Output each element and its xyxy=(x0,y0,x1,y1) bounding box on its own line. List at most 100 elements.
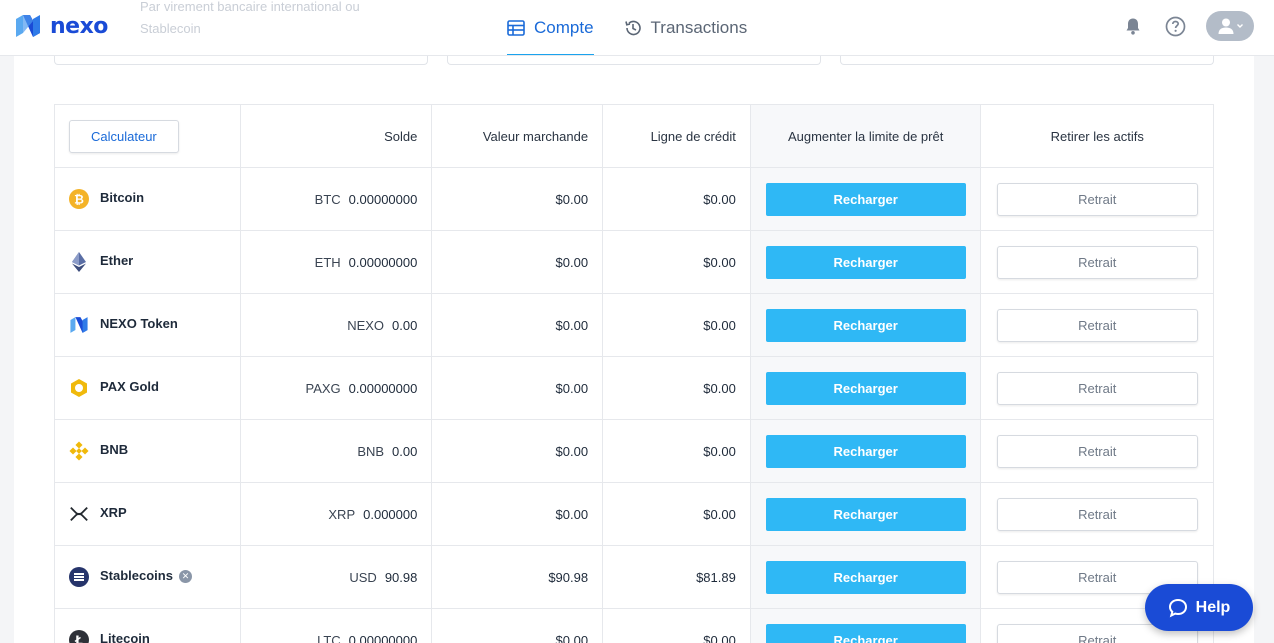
table-row: XRP XRP 0.000000 $0.00 $0.00 Recharger Retrait xyxy=(55,483,1213,546)
asset-name: Bitcoin xyxy=(100,190,145,205)
table-icon xyxy=(507,20,525,36)
bnb-icon xyxy=(69,441,89,461)
market-value-cell: $0.00 xyxy=(432,420,604,482)
recharge-button[interactable]: Recharger xyxy=(765,245,966,279)
header-withdraw-assets: Retirer les actifs xyxy=(1050,128,1144,144)
asset-name: XRP xyxy=(100,505,127,520)
recharge-button[interactable]: Recharger xyxy=(765,182,966,216)
balance-cell: BTC 0.00000000 xyxy=(241,168,433,230)
withdraw-cell: Retrait xyxy=(981,231,1213,293)
tab-compte[interactable]: Compte xyxy=(507,0,594,55)
table-header-row: Calculateur Solde Valeur marchande Ligne… xyxy=(55,105,1213,168)
withdraw-cell: Retrait xyxy=(981,483,1213,545)
asset-name: BNB xyxy=(100,442,129,457)
xrp-icon xyxy=(69,504,89,524)
brand-logo[interactable]: nexo xyxy=(14,12,108,40)
bell-icon[interactable] xyxy=(1122,15,1144,37)
recharge-button[interactable]: Recharger xyxy=(765,308,966,342)
market-value-cell: $0.00 xyxy=(432,168,604,230)
asset-amount: 0.00 xyxy=(392,317,418,333)
balance-cell: XRP 0.000000 xyxy=(241,483,433,545)
withdraw-cell: Retrait xyxy=(981,168,1213,230)
asset-symbol: BNB xyxy=(357,443,385,459)
header-market-value: Valeur marchande xyxy=(432,105,604,167)
history-icon xyxy=(624,20,641,36)
recharge-button[interactable]: Recharger xyxy=(765,371,966,405)
credit-line-cell: $0.00 xyxy=(603,483,751,545)
recharge-button[interactable]: Recharger xyxy=(765,434,966,468)
stablecoins-icon xyxy=(69,567,89,587)
withdraw-cell: Retrait xyxy=(981,357,1213,419)
asset-name: Stablecoins xyxy=(100,568,173,583)
table-row: Ł Litecoin LTC 0.00000000 $0.00 $0.00 Recharge… xyxy=(55,609,1213,643)
help-button[interactable]: Help xyxy=(1145,584,1253,631)
table-row: Ether ETH 0.00000000 $0.00 $0.00 Recharger Ret… xyxy=(55,231,1213,294)
nexo-logo-icon xyxy=(14,12,42,40)
market-value-cell: $0.00 xyxy=(432,609,604,643)
ether-icon xyxy=(69,252,89,272)
header-actions xyxy=(1122,11,1254,41)
asset-amount: 0.00000000 xyxy=(348,632,418,643)
balance-cell: LTC 0.00000000 xyxy=(241,609,433,643)
asset-symbol: NEXO xyxy=(347,317,385,333)
tab-transactions-label: Transactions xyxy=(650,18,748,37)
help-label: Help xyxy=(1195,598,1231,616)
info-icon[interactable]: ✕ xyxy=(178,569,192,583)
background-card-text: Par virement bancaire international ou S… xyxy=(140,0,360,36)
asset-cell: PAX Gold xyxy=(55,357,241,419)
topup-cell: Recharger xyxy=(750,546,982,608)
recharge-button[interactable]: Recharger xyxy=(765,497,966,531)
tab-transactions[interactable]: Transactions xyxy=(624,0,748,55)
topup-cell: Recharger xyxy=(750,231,982,293)
nexo-token-icon xyxy=(69,315,89,335)
withdraw-cell: Retrait xyxy=(981,420,1213,482)
market-value-cell: $0.00 xyxy=(432,483,604,545)
asset-symbol: USD xyxy=(349,569,377,585)
topup-cell: Recharger xyxy=(750,609,982,643)
table-row: PAX Gold PAXG 0.00000000 $0.00 $0.00 Recharge… xyxy=(55,357,1213,420)
withdraw-button[interactable]: Retrait xyxy=(996,182,1198,216)
table-row: BNB BNB 0.00 $0.00 $0.00 Recharger Retrait xyxy=(55,420,1213,483)
withdraw-button[interactable]: Retrait xyxy=(996,434,1198,468)
recharge-button[interactable]: Recharger xyxy=(765,560,966,594)
withdraw-button[interactable]: Retrait xyxy=(996,371,1198,405)
credit-line-cell: $0.00 xyxy=(603,357,751,419)
calculator-button[interactable]: Calculateur xyxy=(69,119,179,153)
market-value-cell: $0.00 xyxy=(432,231,604,293)
asset-cell: BNB xyxy=(55,420,241,482)
asset-cell: NEXO Token xyxy=(55,294,241,356)
topup-cell: Recharger xyxy=(750,294,982,356)
pax-gold-icon xyxy=(69,378,89,398)
credit-line-cell: $0.00 xyxy=(603,420,751,482)
withdraw-cell: Retrait xyxy=(981,294,1213,356)
chat-bubble-icon xyxy=(1168,598,1187,617)
recharge-button[interactable]: Recharger xyxy=(765,623,966,643)
withdraw-button[interactable]: Retrait xyxy=(996,245,1198,279)
user-avatar-icon[interactable] xyxy=(1206,11,1254,41)
topup-cell: Recharger xyxy=(750,168,982,230)
content-panel: Calculateur Solde Valeur marchande Ligne… xyxy=(14,0,1254,643)
svg-text:Ł: Ł xyxy=(74,634,83,643)
withdraw-button[interactable]: Retrait xyxy=(996,497,1198,531)
withdraw-button[interactable]: Retrait xyxy=(996,308,1198,342)
table-body: ₿ Bitcoin BTC 0.00000000 $0.00 $0.00 Recharger… xyxy=(55,168,1213,643)
balance-cell: PAXG 0.00000000 xyxy=(241,357,433,419)
asset-amount: 0.00000000 xyxy=(348,254,418,270)
asset-symbol: LTC xyxy=(317,632,341,643)
header-asset-cell: Calculateur xyxy=(55,105,241,167)
help-circle-icon[interactable] xyxy=(1164,15,1186,37)
credit-line-cell: $0.00 xyxy=(603,294,751,356)
asset-symbol: BTC xyxy=(314,191,341,207)
balance-cell: BNB 0.00 xyxy=(241,420,433,482)
asset-symbol: XRP xyxy=(328,506,356,522)
brand-name: nexo xyxy=(50,13,108,39)
credit-line-cell: $0.00 xyxy=(603,168,751,230)
asset-name: Ether xyxy=(100,253,134,268)
main-nav: Compte Transactions xyxy=(507,0,777,55)
topup-cell: Recharger xyxy=(750,483,982,545)
balance-cell: USD 90.98 xyxy=(241,546,433,608)
asset-amount: 90.98 xyxy=(384,569,418,585)
credit-line-cell: $0.00 xyxy=(603,609,751,643)
topup-cell: Recharger xyxy=(750,357,982,419)
market-value-cell: $90.98 xyxy=(432,546,604,608)
